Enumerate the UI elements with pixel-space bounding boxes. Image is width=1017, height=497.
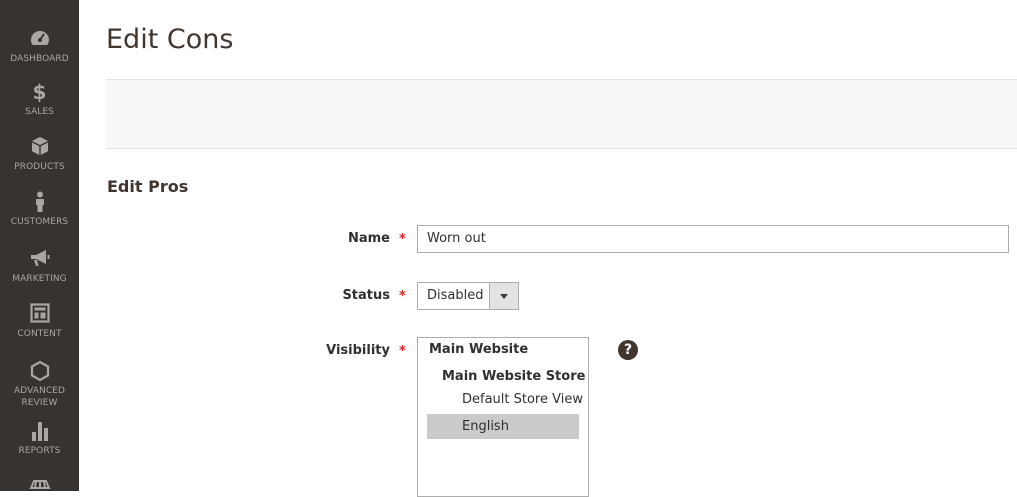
page-title: Edit Cons — [106, 24, 234, 55]
sidebar-item-sales[interactable]: $ SALES — [0, 81, 79, 118]
person-icon — [0, 191, 79, 213]
sidebar-item-customers[interactable]: CUSTOMERS — [0, 191, 79, 228]
admin-sidebar: DASHBOARD $ SALES PRODUCTS CUSTOMERS MAR… — [0, 0, 79, 491]
section-title: Edit Pros — [107, 177, 189, 196]
bar-chart-icon — [0, 420, 79, 442]
page-actions-bar — [106, 79, 1017, 149]
visibility-label: Visibility — [326, 343, 390, 358]
status-select[interactable]: Disabled — [417, 282, 519, 310]
dashboard-icon — [0, 28, 79, 50]
sidebar-item-label: REPORTS — [18, 446, 61, 456]
status-label: Status — [342, 288, 390, 303]
sidebar-item-dashboard[interactable]: DASHBOARD — [0, 28, 79, 65]
dollar-icon: $ — [32, 80, 47, 104]
sidebar-item-label: MARKETING — [12, 274, 67, 284]
option-group-website: Main Website — [429, 342, 529, 357]
sidebar-item-label: CUSTOMERS — [10, 217, 69, 227]
sidebar-item-label: SALES — [25, 107, 54, 117]
sidebar-item-label: DASHBOARD — [10, 54, 69, 64]
sidebar-item-reports[interactable]: REPORTS — [0, 420, 79, 457]
name-input[interactable] — [417, 225, 1009, 253]
option-store-view-selected[interactable]: English — [427, 414, 579, 439]
required-marker: * — [399, 232, 406, 247]
visibility-multiselect[interactable]: Main Website Main Website Store Default … — [417, 337, 589, 497]
box-icon — [0, 136, 79, 158]
option-store-view[interactable]: Default Store View — [462, 390, 583, 410]
name-label: Name — [347, 231, 390, 246]
sidebar-item-products[interactable]: PRODUCTS — [0, 136, 79, 173]
option-group-store: Main Website Store — [442, 369, 586, 384]
required-marker: * — [399, 344, 406, 359]
required-marker: * — [399, 289, 406, 304]
help-icon[interactable]: ? — [618, 340, 638, 360]
chevron-down-icon[interactable] — [489, 283, 518, 309]
sidebar-item-label: REVIEW — [21, 398, 58, 408]
sidebar-item-marketing[interactable]: MARKETING — [0, 248, 79, 285]
megaphone-icon — [0, 248, 79, 270]
hexagon-icon — [0, 360, 79, 382]
sidebar-item-label: ADVANCED — [13, 386, 66, 396]
sidebar-item-content[interactable]: CONTENT — [0, 303, 79, 340]
sidebar-item-stores[interactable] — [0, 478, 79, 491]
sidebar-item-label: PRODUCTS — [14, 162, 65, 172]
sidebar-item-advanced-review[interactable]: ADVANCED REVIEW — [0, 360, 79, 409]
layout-icon — [0, 303, 79, 325]
store-icon — [0, 478, 79, 491]
sidebar-item-label: CONTENT — [17, 329, 62, 339]
status-select-value: Disabled — [427, 288, 484, 303]
